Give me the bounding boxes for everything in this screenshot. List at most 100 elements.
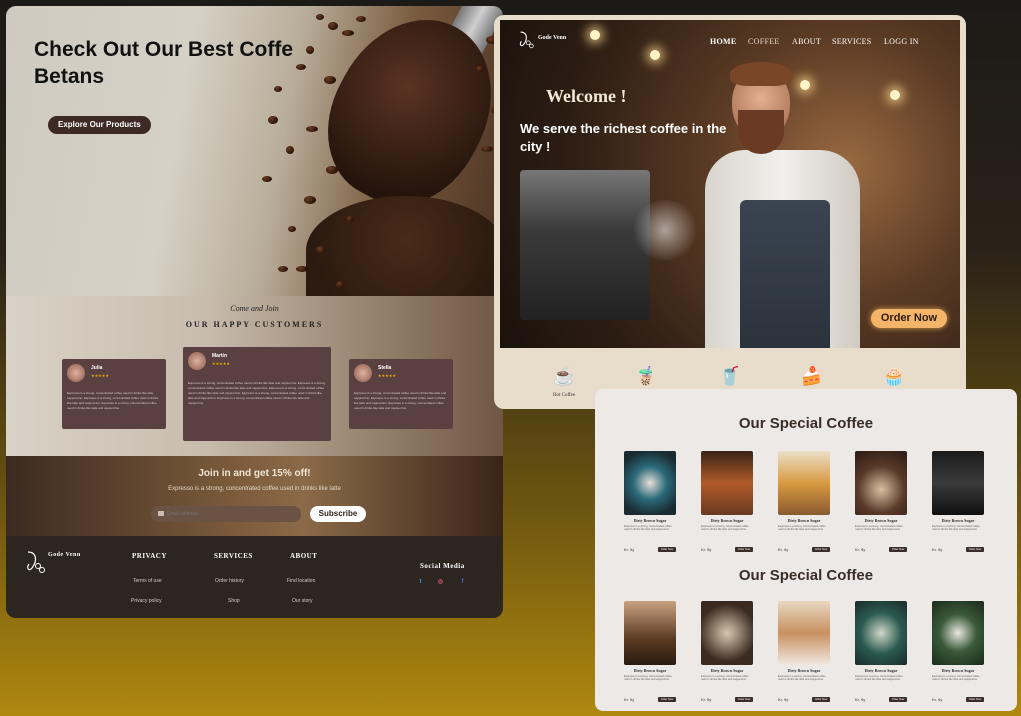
shop-link[interactable]: Shop — [228, 598, 240, 604]
section-title: Our Special Coffee — [738, 415, 874, 432]
product-description: Espresso is a strong, concentrated coffe… — [701, 675, 749, 682]
coffee-bean — [262, 176, 272, 182]
product-image — [855, 451, 907, 515]
order-now-button[interactable]: Order Now — [735, 696, 753, 702]
explore-products-button[interactable]: Explore Our Products — [48, 116, 151, 134]
product-image — [855, 601, 907, 665]
newsletter-section: Join in and get 15% off! Expresso is a s… — [6, 456, 503, 536]
product-price: Kr. 9y — [778, 546, 789, 552]
nav-about[interactable]: ABOUT — [792, 37, 821, 46]
product-description: Espresso is a strong, concentrated coffe… — [778, 675, 826, 682]
coffee-bean — [328, 22, 338, 30]
cold-coffee-icon: 🥤 — [718, 366, 742, 386]
product-description: Espresso is a strong, concentrated coffe… — [701, 525, 749, 532]
coffee-bean — [356, 16, 366, 22]
coffee-bean — [288, 226, 296, 232]
avatar — [67, 364, 85, 382]
review-text: Espresso is a strong, concentrated coffe… — [188, 381, 326, 405]
facebook-icon[interactable]: f — [459, 579, 466, 586]
order-now-button[interactable]: Order Now — [966, 546, 984, 552]
order-now-button[interactable]: Order Now — [871, 309, 947, 328]
coffee-bean — [286, 146, 294, 154]
logo-icon — [519, 31, 534, 49]
welcome-title: Welcome ! — [546, 86, 627, 106]
barista-hero-image: Welcome ! We serve the richest coffee in… — [500, 20, 960, 348]
home-page-panel: Welcome ! We serve the richest coffee in… — [494, 15, 966, 409]
product-name: Dirty Brown Sugar — [864, 518, 898, 523]
coffee-bean — [296, 266, 308, 272]
barista-beard-image — [738, 110, 784, 154]
product-name: Dirty Brown Sugar — [710, 668, 744, 673]
email-field[interactable] — [151, 506, 301, 522]
product-name: Dirty Brown Sugar — [787, 518, 821, 523]
footer: Gode Venn PRIVACY Terms of use Privacy p… — [6, 536, 503, 618]
order-now-button[interactable]: Order Now — [658, 546, 676, 552]
product-name: Dirty Brown Sugar — [941, 518, 975, 523]
product-name: Dirty Brown Sugar — [633, 668, 667, 673]
order-now-button[interactable]: Order Now — [889, 546, 907, 552]
nav-coffee[interactable]: COFFEE — [748, 37, 780, 46]
social-media-heading: Social Media — [420, 562, 465, 570]
privacy-policy-link[interactable]: Privacy policy — [131, 598, 162, 604]
product-description: Espresso is a strong, concentrated coffe… — [624, 525, 672, 532]
footer-services-heading: SERVICES — [214, 552, 253, 560]
coffee-bean — [336, 281, 344, 289]
product-description: Espresso is a strong, concentrated coffe… — [855, 675, 903, 682]
products-panel: Our Special Coffee Our Special Coffee Di… — [595, 389, 1017, 711]
product-name: Dirty Brown Sugar — [864, 668, 898, 673]
product-price: Kr. 9y — [624, 546, 635, 552]
boba-tea-icon: 🧋 — [634, 366, 658, 386]
coffee-bean — [324, 76, 336, 84]
coffee-sack-image — [306, 196, 503, 306]
product-price: Kr. 9y — [932, 546, 943, 552]
avatar — [188, 352, 206, 370]
order-now-button[interactable]: Order Now — [812, 546, 830, 552]
coffee-bean — [476, 66, 484, 72]
product-price: Kr. 9y — [855, 546, 866, 552]
top-nav: Gode Venn HOME COFFEE ABOUT SERVICES LOG… — [500, 20, 960, 50]
reviewer-name: Martin — [212, 353, 227, 359]
steam-image — [630, 200, 700, 260]
product-image — [778, 601, 830, 665]
landing-page-panel: Check Out Our Best Coffe Betans Explore … — [6, 6, 503, 618]
coffee-bean — [306, 46, 314, 54]
review-text: Espresso is a strong, concentrated coffe… — [354, 391, 447, 410]
instagram-icon[interactable]: ◎ — [437, 579, 444, 586]
order-now-button[interactable]: Order Now — [889, 696, 907, 702]
product-price: Kr. 9y — [855, 696, 866, 702]
review-card-stella: Stella ★★★★★ Espresso is a strong, conce… — [349, 359, 453, 429]
coffee-bean — [296, 64, 306, 70]
ceiling-light — [650, 50, 660, 60]
subscribe-button[interactable]: Subscribe — [310, 506, 366, 522]
terms-link[interactable]: Terms of use — [133, 578, 162, 584]
order-now-button[interactable]: Order Now — [966, 696, 984, 702]
product-card: Dirty Brown Sugar Espresso is a strong, c… — [932, 601, 984, 702]
order-now-button[interactable]: Order Now — [812, 696, 830, 702]
product-price: Kr. 9y — [701, 696, 712, 702]
category-hot-coffee[interactable]: ☕ Hot Coffee — [534, 365, 594, 398]
ceiling-light — [800, 80, 810, 90]
coffee-bean — [304, 196, 316, 204]
product-description: Espresso is a strong, concentrated coffe… — [932, 525, 980, 532]
hot-coffee-icon: ☕ — [552, 366, 576, 386]
rating-stars: ★★★★★ — [91, 373, 109, 378]
coffee-bean — [316, 246, 326, 254]
order-history-link[interactable]: Order history — [215, 578, 244, 584]
nav-login[interactable]: LOGG IN — [884, 37, 919, 46]
customers-title: OUR HAPPY CUSTOMERS — [185, 320, 324, 329]
product-name: Dirty Brown Sugar — [633, 518, 667, 523]
reviewer-name: Stella — [378, 365, 392, 371]
cake-icon: 🍰 — [800, 366, 824, 386]
dessert-icon: 🧁 — [882, 366, 906, 386]
twitter-icon[interactable]: t — [417, 579, 424, 586]
find-location-link[interactable]: Find location — [287, 578, 315, 584]
nav-services[interactable]: SERVICES — [832, 37, 872, 46]
nav-home[interactable]: HOME — [710, 37, 737, 46]
product-price: Kr. 9y — [701, 546, 712, 552]
our-story-link[interactable]: Our story — [292, 598, 313, 604]
coffee-bean — [346, 216, 354, 222]
order-now-button[interactable]: Order Now — [658, 696, 676, 702]
avatar — [354, 364, 372, 382]
order-now-button[interactable]: Order Now — [735, 546, 753, 552]
product-image — [932, 601, 984, 665]
